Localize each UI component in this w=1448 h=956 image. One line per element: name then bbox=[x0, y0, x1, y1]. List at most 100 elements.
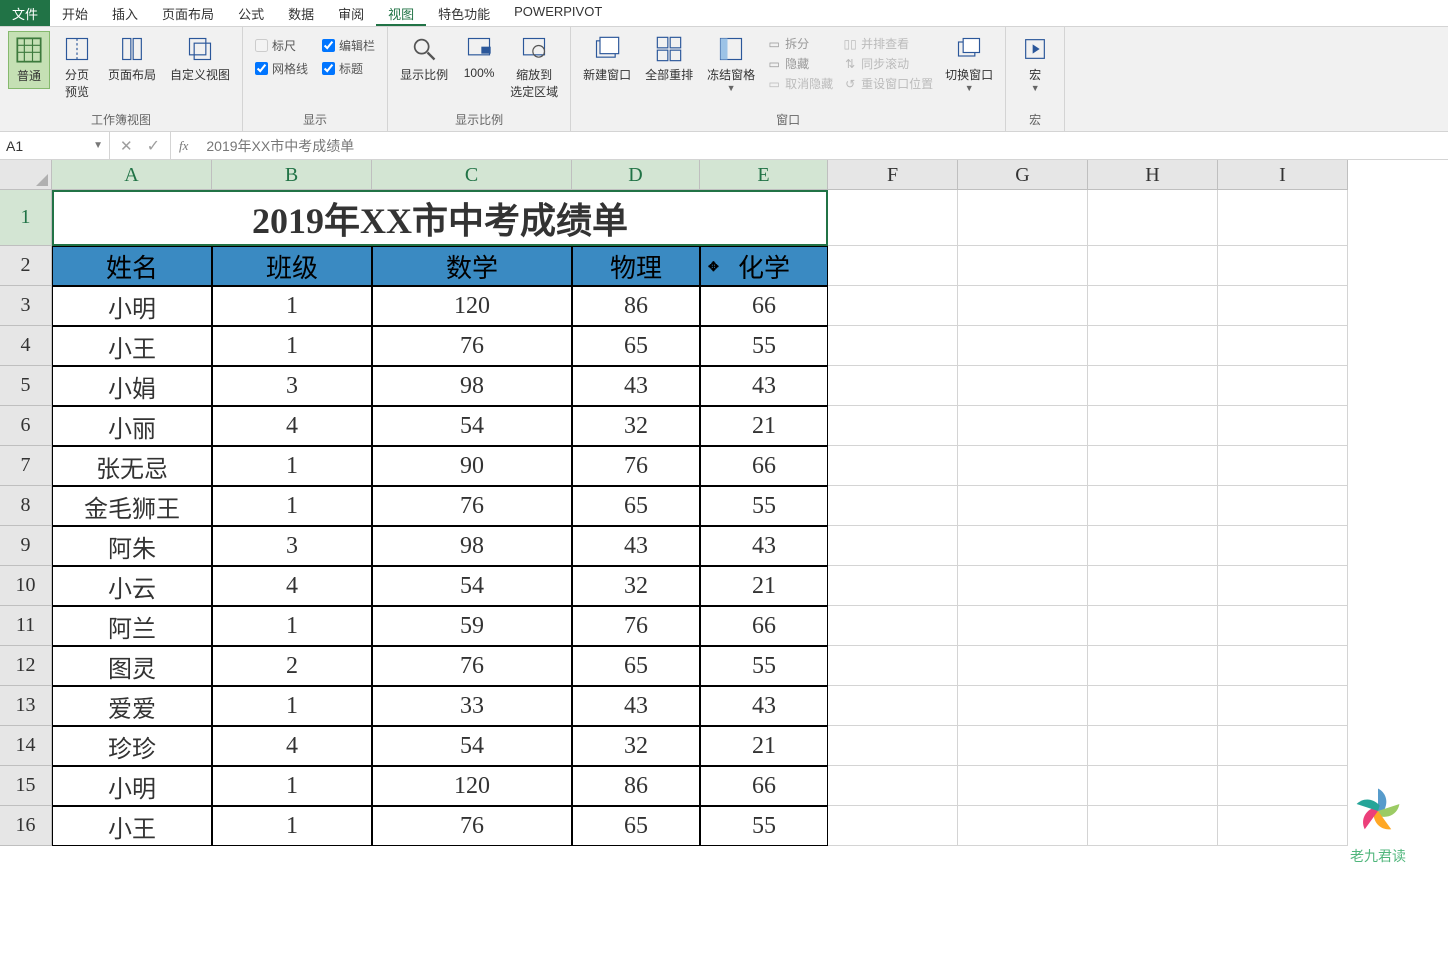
empty-cell[interactable] bbox=[1088, 726, 1218, 766]
empty-cell[interactable] bbox=[958, 446, 1088, 486]
empty-cell[interactable] bbox=[1218, 366, 1348, 406]
fx-icon[interactable]: fx bbox=[171, 138, 196, 154]
ruler-checkbox[interactable]: 标尺 bbox=[255, 37, 308, 54]
empty-cell[interactable] bbox=[828, 646, 958, 686]
data-cell[interactable]: 21 bbox=[700, 726, 828, 766]
data-cell[interactable]: 98 bbox=[372, 526, 572, 566]
col-header-C[interactable]: C bbox=[372, 160, 572, 190]
empty-cell[interactable] bbox=[1218, 726, 1348, 766]
zoom-selection-button[interactable]: 缩放到 选定区域 bbox=[506, 31, 562, 104]
row-header-15[interactable]: 15 bbox=[0, 766, 52, 806]
empty-cell[interactable] bbox=[958, 526, 1088, 566]
table-header-0[interactable]: 姓名 bbox=[52, 246, 212, 286]
empty-cell[interactable] bbox=[828, 190, 958, 246]
data-cell[interactable]: 阿朱 bbox=[52, 526, 212, 566]
unhide-button[interactable]: ▭取消隐藏 bbox=[767, 75, 833, 92]
data-cell[interactable]: 金毛狮王 bbox=[52, 486, 212, 526]
row-header-16[interactable]: 16 bbox=[0, 806, 52, 846]
menu-powerpivot[interactable]: POWERPIVOT bbox=[502, 0, 614, 26]
data-cell[interactable]: 65 bbox=[572, 486, 700, 526]
formula-input[interactable]: 2019年XX市中考成绩单 bbox=[196, 136, 1448, 156]
data-cell[interactable]: 3 bbox=[212, 526, 372, 566]
col-header-B[interactable]: B bbox=[212, 160, 372, 190]
view-side-button[interactable]: ▯▯并排查看 bbox=[843, 35, 933, 52]
data-cell[interactable]: 66 bbox=[700, 446, 828, 486]
data-cell[interactable]: 55 bbox=[700, 646, 828, 686]
data-cell[interactable]: 55 bbox=[700, 326, 828, 366]
empty-cell[interactable] bbox=[1088, 606, 1218, 646]
data-cell[interactable]: 54 bbox=[372, 566, 572, 606]
menu-formulas[interactable]: 公式 bbox=[226, 0, 276, 26]
data-cell[interactable]: 120 bbox=[372, 286, 572, 326]
empty-cell[interactable] bbox=[958, 286, 1088, 326]
data-cell[interactable]: 54 bbox=[372, 726, 572, 766]
empty-cell[interactable] bbox=[958, 486, 1088, 526]
data-cell[interactable]: 66 bbox=[700, 606, 828, 646]
data-cell[interactable]: 阿兰 bbox=[52, 606, 212, 646]
empty-cell[interactable] bbox=[1218, 406, 1348, 446]
empty-cell[interactable] bbox=[828, 286, 958, 326]
empty-cell[interactable] bbox=[1218, 686, 1348, 726]
empty-cell[interactable] bbox=[958, 806, 1088, 846]
data-cell[interactable]: 4 bbox=[212, 566, 372, 606]
empty-cell[interactable] bbox=[1088, 806, 1218, 846]
data-cell[interactable]: 54 bbox=[372, 406, 572, 446]
macros-button[interactable]: 宏 ▼ bbox=[1014, 31, 1056, 97]
row-header-4[interactable]: 4 bbox=[0, 326, 52, 366]
empty-cell[interactable] bbox=[828, 606, 958, 646]
menu-file[interactable]: 文件 bbox=[0, 0, 50, 26]
empty-cell[interactable] bbox=[1088, 566, 1218, 606]
data-cell[interactable]: 1 bbox=[212, 766, 372, 806]
data-cell[interactable]: 1 bbox=[212, 326, 372, 366]
data-cell[interactable]: 小丽 bbox=[52, 406, 212, 446]
table-header-1[interactable]: 班级 bbox=[212, 246, 372, 286]
data-cell[interactable]: 图灵 bbox=[52, 646, 212, 686]
row-header-3[interactable]: 3 bbox=[0, 286, 52, 326]
zoom-button[interactable]: 显示比例 bbox=[396, 31, 452, 87]
data-cell[interactable]: 小明 bbox=[52, 286, 212, 326]
name-box[interactable]: A1 ▼ bbox=[0, 132, 110, 159]
empty-cell[interactable] bbox=[1088, 526, 1218, 566]
empty-cell[interactable] bbox=[1088, 190, 1218, 246]
col-header-A[interactable]: A bbox=[52, 160, 212, 190]
empty-cell[interactable] bbox=[958, 726, 1088, 766]
empty-cell[interactable] bbox=[828, 486, 958, 526]
empty-cell[interactable] bbox=[1088, 766, 1218, 806]
menu-insert[interactable]: 插入 bbox=[100, 0, 150, 26]
empty-cell[interactable] bbox=[958, 646, 1088, 686]
data-cell[interactable]: 66 bbox=[700, 766, 828, 806]
row-header-13[interactable]: 13 bbox=[0, 686, 52, 726]
page-break-button[interactable]: 分页 预览 bbox=[56, 31, 98, 104]
row-header-11[interactable]: 11 bbox=[0, 606, 52, 646]
data-cell[interactable]: 43 bbox=[572, 366, 700, 406]
empty-cell[interactable] bbox=[958, 190, 1088, 246]
data-cell[interactable]: 32 bbox=[572, 566, 700, 606]
data-cell[interactable]: 65 bbox=[572, 806, 700, 846]
empty-cell[interactable] bbox=[1218, 446, 1348, 486]
row-header-12[interactable]: 12 bbox=[0, 646, 52, 686]
row-header-7[interactable]: 7 bbox=[0, 446, 52, 486]
data-cell[interactable]: 86 bbox=[572, 766, 700, 806]
sync-scroll-button[interactable]: ⇅同步滚动 bbox=[843, 55, 933, 72]
data-cell[interactable]: 55 bbox=[700, 486, 828, 526]
switch-windows-button[interactable]: 切换窗口 ▼ bbox=[941, 31, 997, 97]
menu-data[interactable]: 数据 bbox=[276, 0, 326, 26]
empty-cell[interactable] bbox=[1218, 606, 1348, 646]
menu-special[interactable]: 特色功能 bbox=[426, 0, 502, 26]
data-cell[interactable]: 76 bbox=[372, 326, 572, 366]
data-cell[interactable]: 2 bbox=[212, 646, 372, 686]
data-cell[interactable]: 76 bbox=[372, 806, 572, 846]
data-cell[interactable]: 43 bbox=[700, 366, 828, 406]
data-cell[interactable]: 65 bbox=[572, 646, 700, 686]
data-cell[interactable]: 76 bbox=[572, 446, 700, 486]
col-header-E[interactable]: E bbox=[700, 160, 828, 190]
data-cell[interactable]: 小王 bbox=[52, 806, 212, 846]
data-cell[interactable]: 43 bbox=[572, 686, 700, 726]
menu-review[interactable]: 审阅 bbox=[326, 0, 376, 26]
data-cell[interactable]: 珍珍 bbox=[52, 726, 212, 766]
data-cell[interactable]: 90 bbox=[372, 446, 572, 486]
empty-cell[interactable] bbox=[1088, 486, 1218, 526]
freeze-panes-button[interactable]: 冻结窗格 ▼ bbox=[703, 31, 759, 97]
split-button[interactable]: ▭拆分 bbox=[767, 35, 833, 52]
cancel-icon[interactable]: ✕ bbox=[120, 137, 133, 155]
